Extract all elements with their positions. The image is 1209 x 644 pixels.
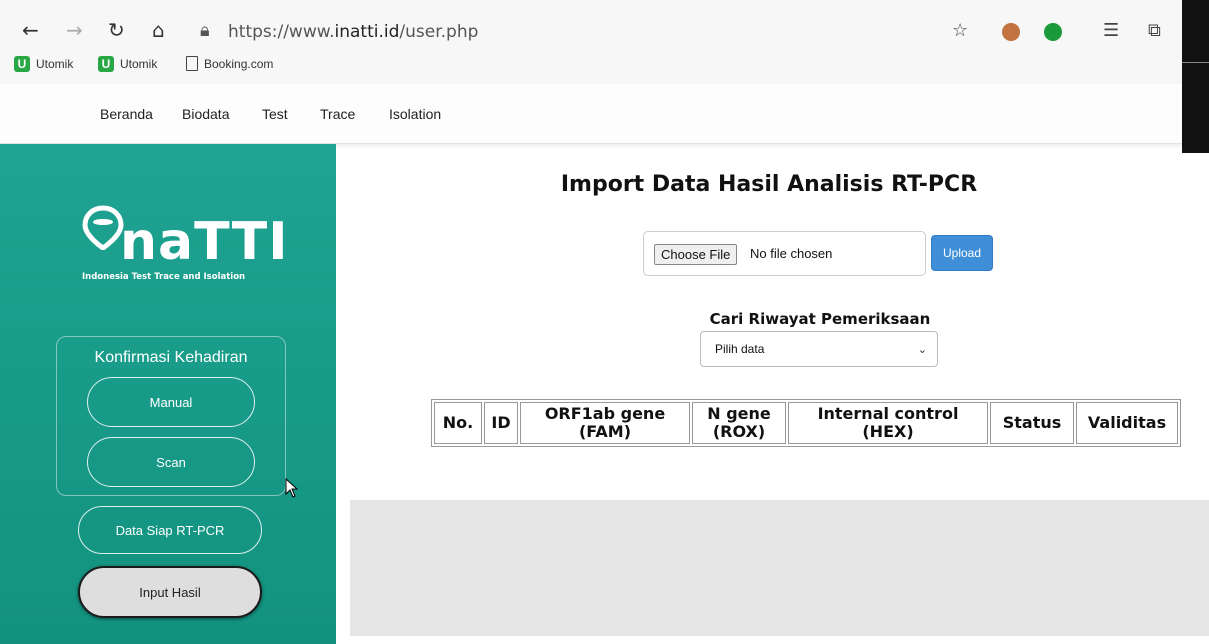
scan-label: Scan bbox=[156, 454, 186, 470]
extension-icon[interactable] bbox=[1002, 23, 1020, 41]
upload-label: Upload bbox=[942, 246, 982, 260]
search-history-label: Cari Riwayat Pemeriksaan bbox=[709, 310, 931, 328]
address-url[interactable]: https://www.inatti.id/user.php bbox=[228, 22, 478, 42]
chevron-down-icon: ⌄ bbox=[917, 343, 927, 356]
bookmark-booking[interactable]: Booking.com bbox=[186, 56, 273, 71]
address-bar-row: ← → ↻ ⌂ 🔒︎ https://www.inatti.id/user.ph… bbox=[0, 12, 1180, 52]
col-id: ID bbox=[484, 402, 518, 444]
bookmark-label: Utomik bbox=[120, 57, 158, 71]
manual-button[interactable]: Manual bbox=[87, 377, 255, 427]
select-value: Pilih data bbox=[715, 342, 765, 356]
col-internal-control: Internal control (HEX) bbox=[788, 402, 988, 444]
page-title: Import Data Hasil Analisis RT-PCR bbox=[560, 172, 978, 197]
back-arrow-icon[interactable]: ← bbox=[22, 20, 39, 40]
forward-arrow-icon[interactable]: → bbox=[66, 20, 83, 40]
col-n-gene: N gene (ROX) bbox=[692, 402, 786, 444]
page-icon bbox=[186, 56, 198, 71]
site-navbar: Beranda Biodata Test Trace Isolation bbox=[0, 84, 1182, 144]
logo: naTTI Indonesia Test Trace and Isolation bbox=[80, 202, 288, 282]
logo-subtitle: Indonesia Test Trace and Isolation bbox=[82, 272, 246, 282]
table-header-row: No. ID ORF1ab gene (FAM) N gene (ROX) Inte… bbox=[434, 402, 1178, 444]
history-select[interactable]: Pilih data ⌄ bbox=[700, 331, 938, 367]
upload-button[interactable]: Upload bbox=[931, 235, 993, 271]
choose-file-button[interactable]: Choose File bbox=[654, 244, 738, 265]
window-edge bbox=[1182, 0, 1209, 153]
browser-chrome: ← → ↻ ⌂ 🔒︎ https://www.inatti.id/user.ph… bbox=[0, 0, 1209, 84]
results-table: No. ID ORF1ab gene (FAM) N gene (ROX) Inte… bbox=[431, 399, 1181, 447]
collections-icon[interactable]: ⧉ bbox=[1148, 20, 1161, 41]
favorites-list-icon[interactable]: ☰ bbox=[1103, 20, 1119, 41]
home-icon[interactable]: ⌂ bbox=[152, 20, 165, 40]
data-siap-rt-pcr-button[interactable]: Data Siap RT-PCR bbox=[78, 506, 262, 554]
content-footer-area bbox=[350, 500, 1209, 636]
konfirmasi-kehadiran-panel: Konfirmasi Kehadiran Manual Scan bbox=[56, 336, 286, 496]
col-status: Status bbox=[990, 402, 1074, 444]
refresh-icon[interactable]: ↻ bbox=[108, 20, 125, 40]
bookmark-label: Booking.com bbox=[204, 56, 274, 71]
nav-beranda[interactable]: Beranda bbox=[100, 106, 153, 122]
nav-isolation[interactable]: Isolation bbox=[389, 106, 441, 122]
manual-label: Manual bbox=[149, 394, 193, 410]
sidebar: naTTI Indonesia Test Trace and Isolation… bbox=[0, 144, 336, 644]
data-siap-label: Data Siap RT-PCR bbox=[115, 522, 225, 538]
logo-text: naTTI bbox=[120, 212, 289, 272]
bookmarks-bar: U Utomik U Utomik Booking.com bbox=[0, 52, 1180, 80]
lock-icon[interactable]: 🔒︎ bbox=[200, 20, 210, 41]
nav-trace[interactable]: Trace bbox=[320, 106, 355, 122]
utomik-icon: U bbox=[98, 56, 114, 72]
col-orf1ab: ORF1ab gene (FAM) bbox=[520, 402, 690, 444]
bookmark-utomik-2[interactable]: U Utomik bbox=[98, 56, 157, 72]
scan-button[interactable]: Scan bbox=[87, 437, 255, 487]
col-validitas: Validitas bbox=[1076, 402, 1178, 444]
col-no: No. bbox=[434, 402, 482, 444]
mouse-cursor-icon bbox=[285, 478, 299, 498]
nav-biodata[interactable]: Biodata bbox=[182, 106, 229, 122]
file-status-text: No file chosen bbox=[750, 246, 833, 261]
file-input[interactable]: Choose File No file chosen bbox=[643, 231, 926, 276]
favorite-star-icon[interactable]: ☆ bbox=[952, 20, 968, 41]
input-hasil-label: Input Hasil bbox=[139, 584, 201, 600]
nav-test[interactable]: Test bbox=[262, 106, 288, 122]
bookmark-utomik-1[interactable]: U Utomik bbox=[14, 56, 73, 72]
utomik-icon: U bbox=[14, 56, 30, 72]
extension-green-icon[interactable] bbox=[1044, 23, 1062, 41]
bookmark-label: Utomik bbox=[36, 57, 74, 71]
input-hasil-button[interactable]: Input Hasil bbox=[78, 566, 262, 618]
konfirmasi-title: Konfirmasi Kehadiran bbox=[94, 349, 248, 366]
